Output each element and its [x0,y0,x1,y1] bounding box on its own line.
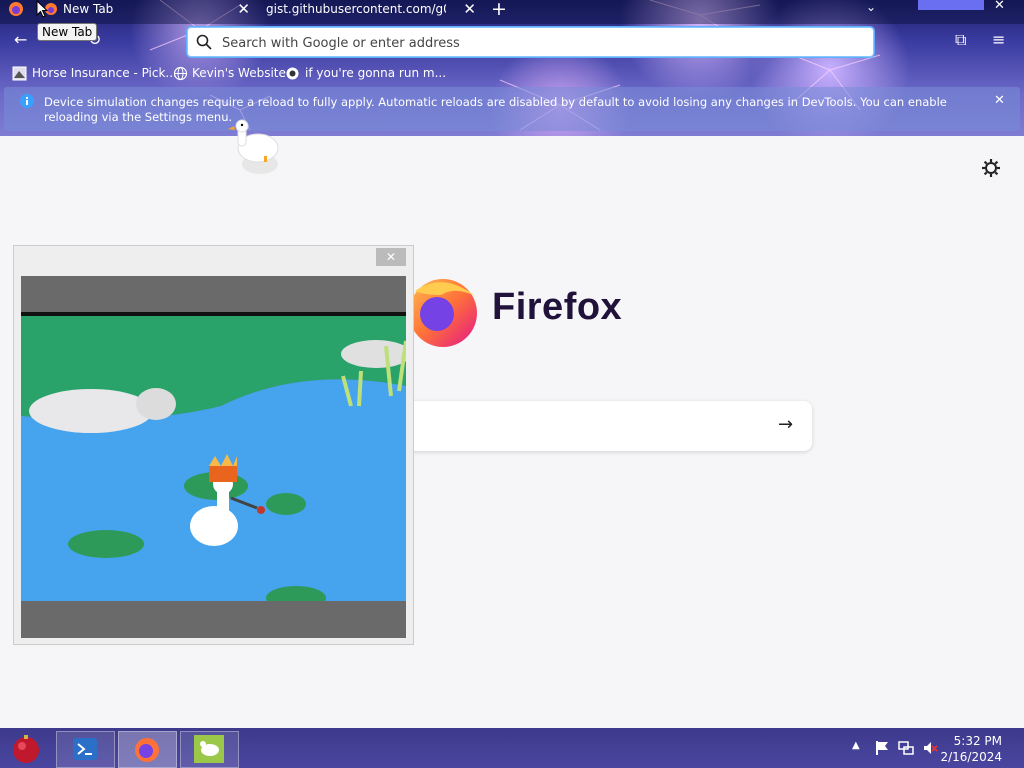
network-icon[interactable] [898,740,914,756]
address-bar[interactable] [187,27,874,57]
firefox-wordmark: Firefox [492,286,623,328]
gear-icon[interactable] [981,158,1001,178]
close-tab-icon[interactable]: ✕ [463,0,476,18]
bookmark-label: Horse Insurance - Pick... [32,66,177,80]
goose-game-video [21,276,406,638]
start-button-icon[interactable] [10,733,42,765]
volume-muted-icon[interactable] [922,740,938,756]
firefox-menu-icon[interactable] [8,1,24,17]
mouse-cursor [36,0,48,18]
tab-label: New Tab [63,2,114,16]
window-controls [918,0,984,10]
clock-time: 5:32 PM [953,734,1002,748]
tab-label: gist.githubusercontent.com/g0042 [266,2,446,16]
search-submit-arrow-icon[interactable]: → [778,414,793,435]
tab-new-tab[interactable]: New Tab ✕ [44,0,254,22]
close-tab-icon[interactable]: ✕ [237,0,250,18]
powershell-icon [73,738,97,760]
taskbar-firefox-button[interactable] [118,731,177,768]
list-all-tabs-icon[interactable]: ⌄ [866,0,876,14]
window-close-icon[interactable]: ✕ [994,0,1005,13]
devtools-notification-bar: Device simulation changes require a relo… [4,87,1020,131]
goose-sprite [228,119,279,174]
page-icon [12,66,27,81]
bookmark-label: Kevin's Website [192,66,286,80]
firefox-icon [135,738,159,762]
extensions-icon[interactable]: ⧉ [955,30,966,50]
notification-close-icon[interactable]: ✕ [994,93,1005,108]
firefox-logo [409,279,477,347]
taskbar-goose-button[interactable] [180,731,239,768]
video-frame[interactable] [21,276,406,638]
bookmark-label: if you're gonna run m... [305,66,447,80]
address-input[interactable] [220,32,854,54]
notification-message: Device simulation changes require a relo… [44,95,947,124]
show-hidden-icons-icon[interactable]: ▲ [852,740,860,751]
tab-gist[interactable]: gist.githubusercontent.com/g0042 ✕ [262,0,480,22]
search-icon [196,34,212,50]
info-icon [20,94,34,108]
bookmarks-toolbar: Horse Insurance - Pick... Kevin's Websit… [0,62,1024,84]
newtab-search-box[interactable]: → [388,401,812,451]
tab-tooltip: New Tab [37,23,98,41]
new-tab-button[interactable]: + [491,0,507,20]
windows-taskbar: ▲ 5:32 PM 2/16/2024 [0,728,1024,768]
clock-date: 2/16/2024 [940,750,1002,764]
browser-chrome: New Tab ✕ gist.githubusercontent.com/g00… [0,0,1024,136]
taskbar-powershell-button[interactable] [56,731,115,768]
tab-bar: New Tab ✕ gist.githubusercontent.com/g00… [0,0,1024,24]
menu-icon[interactable]: ≡ [992,30,1005,49]
picture-in-picture-window[interactable]: ✕ [13,245,414,645]
goose-icon [286,67,299,80]
pip-close-button[interactable]: ✕ [376,248,406,266]
back-icon[interactable]: ← [14,30,27,49]
globe-icon [173,66,188,81]
action-center-flag-icon[interactable] [874,740,890,756]
system-clock[interactable]: 5:32 PM 2/16/2024 [940,733,1002,765]
goose-app-icon [194,735,224,763]
